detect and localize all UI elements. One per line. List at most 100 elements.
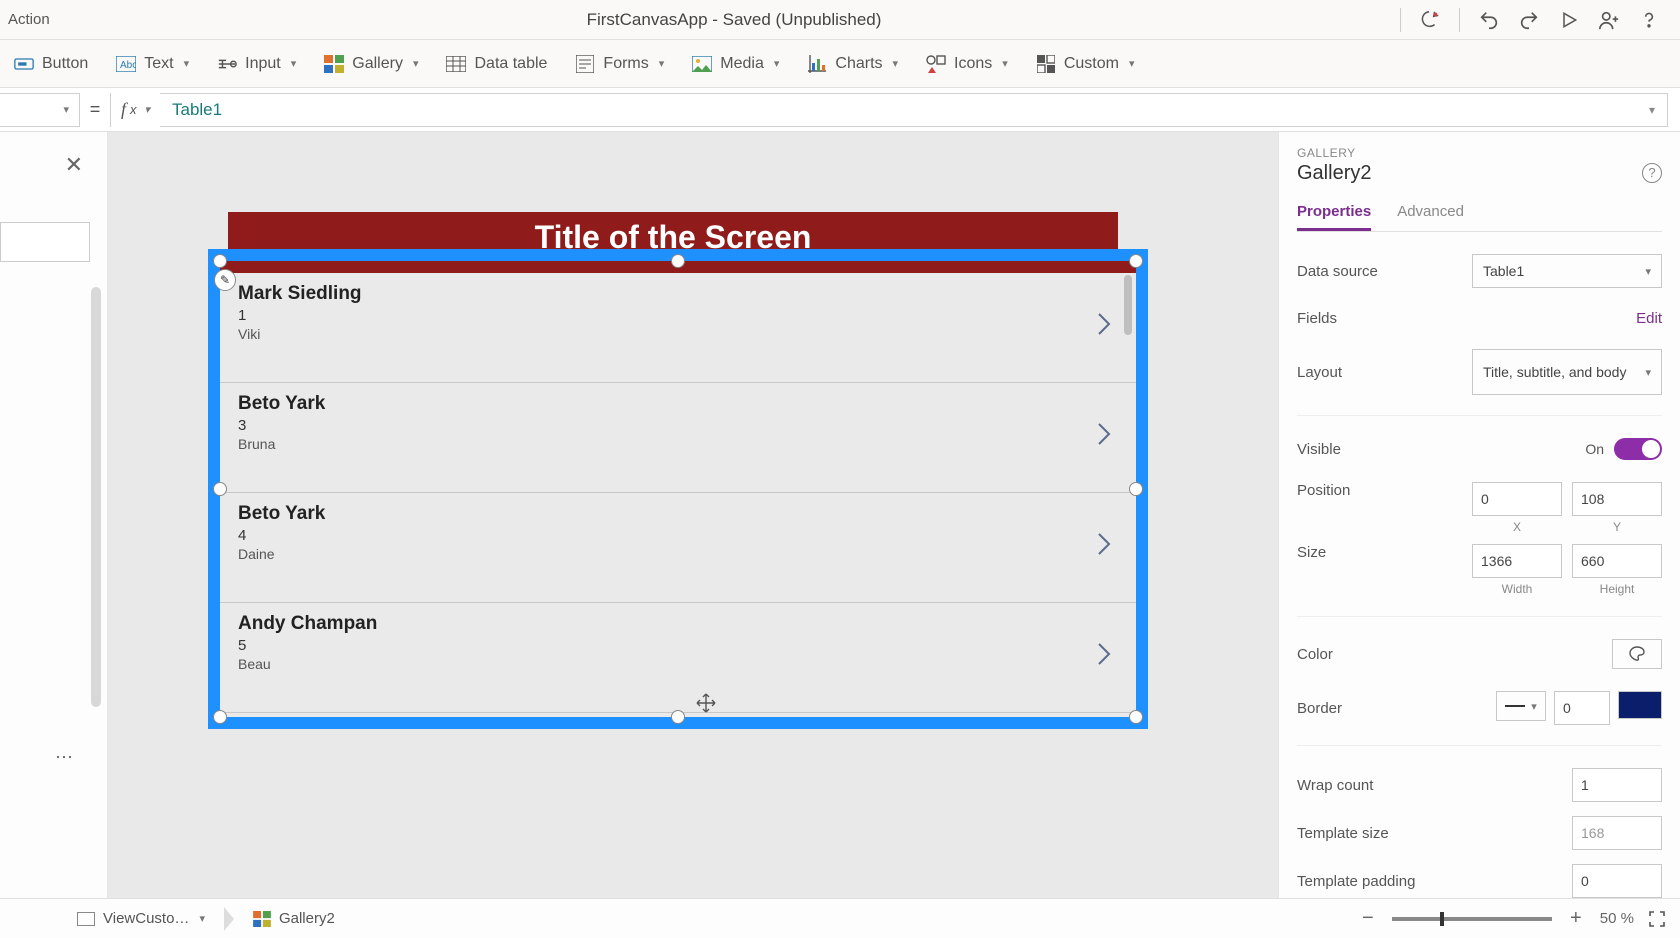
breadcrumb-control-label: Gallery2 xyxy=(279,910,335,927)
color-picker[interactable] xyxy=(1612,639,1662,669)
undo-icon[interactable] xyxy=(1478,9,1500,31)
screen-icon xyxy=(77,912,95,926)
resize-handle[interactable] xyxy=(1129,710,1143,724)
svg-text:Abc: Abc xyxy=(120,60,136,71)
gallery-item-title: Andy Champan xyxy=(238,613,1118,635)
zoom-out-button[interactable]: − xyxy=(1358,907,1378,930)
chevron-down-icon: ▾ xyxy=(1002,57,1008,70)
wrapcount-input[interactable] xyxy=(1572,768,1662,802)
layout-dropdown[interactable]: Title, subtitle, and body▾ xyxy=(1472,349,1662,395)
play-icon[interactable] xyxy=(1558,9,1580,31)
border-color-swatch[interactable] xyxy=(1618,691,1662,719)
resize-handle[interactable] xyxy=(671,254,685,268)
border-width-input[interactable] xyxy=(1554,691,1610,725)
close-pane-icon[interactable]: ✕ xyxy=(65,152,83,178)
pane-help-icon[interactable]: ? xyxy=(1642,163,1662,183)
resize-handle[interactable] xyxy=(213,710,227,724)
redo-icon[interactable] xyxy=(1518,9,1540,31)
tree-item-more-icon[interactable]: ⋯ xyxy=(55,747,75,768)
fx-button[interactable]: fx▾ xyxy=(110,93,160,127)
gallery-item-title: Beto Yark xyxy=(238,503,1118,525)
insert-button[interactable]: Button xyxy=(14,54,88,74)
control-name[interactable]: Gallery2 xyxy=(1297,162,1662,185)
position-y-input[interactable] xyxy=(1572,482,1662,516)
gallery-icon xyxy=(253,911,271,927)
canvas-area[interactable]: Title of the Screen ✎Mark Siedling1VikiB… xyxy=(108,132,1278,898)
chevron-right-icon[interactable] xyxy=(1096,641,1112,667)
visible-toggle[interactable] xyxy=(1614,438,1662,460)
resize-handle[interactable] xyxy=(1129,482,1143,496)
insert-forms[interactable]: Forms▾ xyxy=(575,54,664,74)
separator xyxy=(1400,8,1401,32)
breadcrumb-control[interactable]: Gallery2 xyxy=(240,905,348,932)
custom-icon xyxy=(1036,54,1056,74)
y-sublabel: Y xyxy=(1572,520,1662,534)
templatesize-input[interactable] xyxy=(1572,816,1662,850)
gallery-item-body: Beau xyxy=(238,656,1118,672)
border-style-dropdown[interactable]: ▾ xyxy=(1496,691,1546,721)
gallery-selection[interactable]: ✎Mark Siedling1VikiBeto Yark3BrunaBeto Y… xyxy=(208,249,1148,729)
insert-custom[interactable]: Custom▾ xyxy=(1036,54,1135,74)
tree-search-input[interactable] xyxy=(0,222,90,262)
resize-handle[interactable] xyxy=(671,710,685,724)
chevron-right-icon[interactable] xyxy=(1096,421,1112,447)
insert-media[interactable]: Media▾ xyxy=(692,54,779,74)
position-label: Position xyxy=(1297,482,1350,499)
share-icon[interactable] xyxy=(1598,9,1620,31)
separator xyxy=(1459,8,1460,32)
tab-properties[interactable]: Properties xyxy=(1297,203,1371,231)
datasource-dropdown[interactable]: Table1▾ xyxy=(1472,254,1662,288)
resize-handle[interactable] xyxy=(213,482,227,496)
insert-charts[interactable]: Charts▾ xyxy=(807,54,898,74)
zoom-pct: % xyxy=(1621,910,1634,927)
width-input[interactable] xyxy=(1472,544,1562,578)
chevron-right-icon[interactable] xyxy=(1096,531,1112,557)
gallery-item[interactable]: Andy Champan 5 Beau xyxy=(220,603,1136,713)
position-x-input[interactable] xyxy=(1472,482,1562,516)
gallery-item-body: Bruna xyxy=(238,436,1118,452)
gallery-item-body: Viki xyxy=(238,326,1118,342)
templatesize-label: Template size xyxy=(1297,825,1389,842)
chevron-down-icon: ▾ xyxy=(184,57,190,70)
breadcrumb-screen[interactable]: ViewCusto… ▾ xyxy=(64,905,218,932)
zoom-value: 50 xyxy=(1600,910,1617,927)
tree-scrollbar[interactable] xyxy=(91,287,101,707)
expand-formula-icon[interactable]: ▾ xyxy=(1649,103,1655,117)
help-icon[interactable] xyxy=(1638,9,1660,31)
insert-text[interactable]: Abc Text ▾ xyxy=(116,54,189,74)
gallery-item[interactable]: Beto Yark4Daine xyxy=(220,493,1136,603)
templatepadding-input[interactable] xyxy=(1572,864,1662,898)
formula-input[interactable]: Table1 ▾ xyxy=(160,93,1668,127)
chevron-right-icon[interactable] xyxy=(1096,311,1112,337)
button-label: Button xyxy=(42,55,88,73)
width-sublabel: Width xyxy=(1472,582,1562,596)
control-category: GALLERY xyxy=(1297,146,1662,160)
gallery-item-subtitle: 5 xyxy=(238,637,1118,654)
chevron-down-icon: ▾ xyxy=(774,57,780,70)
edit-template-icon[interactable]: ✎ xyxy=(214,269,236,291)
fields-label: Fields xyxy=(1297,310,1337,327)
app-checker-icon[interactable] xyxy=(1419,9,1441,31)
insert-icons[interactable]: Icons▾ xyxy=(926,54,1008,74)
gallery-item[interactable]: ✎Mark Siedling1Viki xyxy=(220,273,1136,383)
zoom-slider[interactable] xyxy=(1392,917,1552,921)
gallery-item[interactable]: Beto Yark3Bruna xyxy=(220,383,1136,493)
border-label: Border xyxy=(1297,700,1342,717)
tab-advanced[interactable]: Advanced xyxy=(1397,203,1464,231)
insert-gallery[interactable]: Gallery▾ xyxy=(324,54,418,74)
menu-action-label[interactable]: Action xyxy=(8,11,68,28)
breadcrumb-separator-icon xyxy=(224,907,234,931)
resize-handle[interactable] xyxy=(213,254,227,268)
resize-handle[interactable] xyxy=(1129,254,1143,268)
zoom-in-button[interactable]: + xyxy=(1566,907,1586,930)
fields-edit-link[interactable]: Edit xyxy=(1636,310,1662,327)
button-icon xyxy=(14,54,34,74)
fit-to-window-icon[interactable] xyxy=(1648,910,1666,928)
insert-datatable[interactable]: Data table xyxy=(446,54,547,74)
insert-input[interactable]: Input▾ xyxy=(217,54,296,74)
height-input[interactable] xyxy=(1572,544,1662,578)
property-dropdown[interactable]: ▾ xyxy=(0,93,80,127)
chevron-down-icon: ▾ xyxy=(291,57,297,70)
text-label: Text xyxy=(144,55,173,73)
custom-label: Custom xyxy=(1064,55,1119,73)
